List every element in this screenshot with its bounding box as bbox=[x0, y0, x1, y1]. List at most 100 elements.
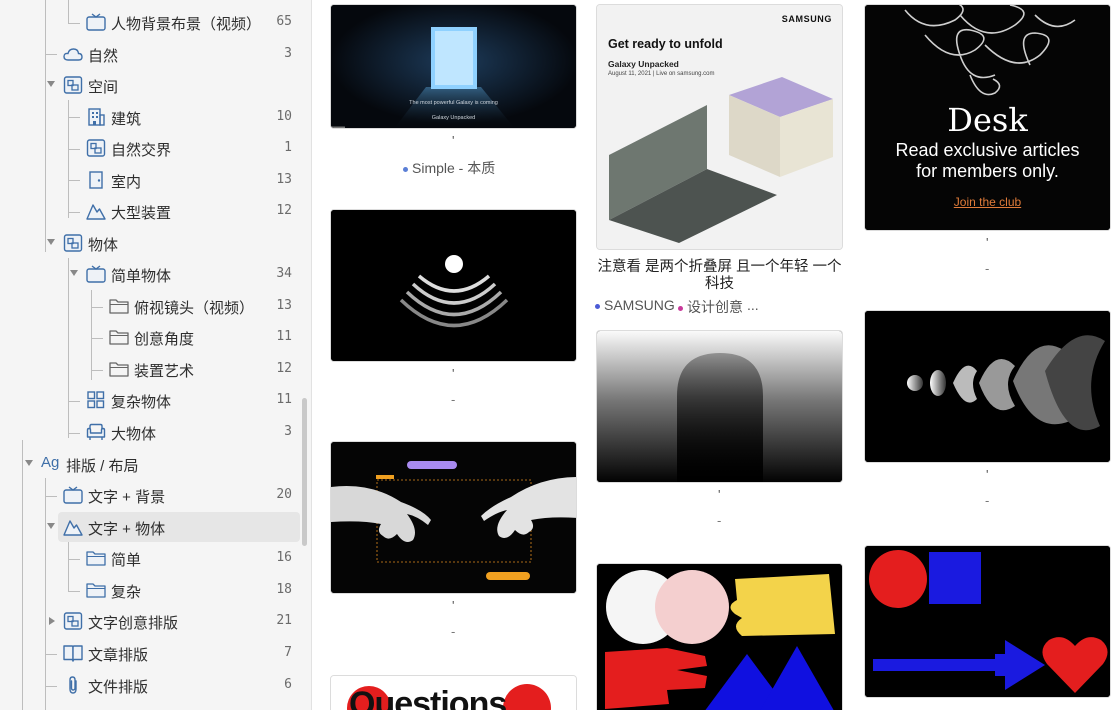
gallery-card-rings[interactable] bbox=[330, 209, 577, 362]
space-icon bbox=[63, 234, 83, 252]
card-caption: - bbox=[451, 392, 456, 407]
tree-item-complex-object[interactable]: 复杂物体 11 bbox=[0, 385, 311, 415]
tree-item-count: 11 bbox=[276, 329, 292, 344]
card-date: August 11, 2021 | Live on samsung.com bbox=[608, 71, 715, 77]
gallery-card-waves[interactable] bbox=[864, 310, 1111, 463]
tree-item-label: 大型装置 bbox=[111, 205, 172, 222]
tree-item-label: 自然 bbox=[88, 48, 119, 65]
tree-item-simple-object[interactable]: 简单物体 34 bbox=[0, 259, 311, 289]
chevron-right-icon[interactable] bbox=[49, 617, 55, 625]
tree-item-label: 文字创意排版 bbox=[88, 615, 179, 632]
chevron-down-icon[interactable] bbox=[25, 460, 33, 466]
card-image bbox=[331, 442, 576, 593]
card-caption: ' bbox=[986, 235, 989, 250]
gallery-card-heart-arrow[interactable] bbox=[864, 545, 1111, 698]
card-caption: ' bbox=[718, 487, 721, 502]
tv-icon bbox=[86, 13, 106, 31]
card-text: The most powerful Galaxy is coming bbox=[409, 100, 498, 106]
desk-logo: Desk bbox=[947, 101, 1028, 139]
more-tags[interactable]: ... bbox=[747, 297, 759, 313]
tree-item-person-bg-video[interactable]: 人物背景布景（视频） 65 bbox=[0, 7, 311, 37]
card-caption: ' bbox=[986, 467, 989, 482]
gallery-card-galaxy[interactable]: The most powerful Galaxy is coming Galax… bbox=[330, 4, 577, 129]
tree-item-label: 自然交界 bbox=[111, 142, 172, 159]
tree-item-indoor[interactable]: 室内 13 bbox=[0, 165, 311, 195]
space-icon bbox=[63, 76, 83, 94]
sofa-icon bbox=[86, 423, 106, 440]
tree-item-simple[interactable]: 简单 16 bbox=[0, 543, 311, 573]
tree-item-count: 11 bbox=[276, 392, 292, 407]
tree-item-count: 1 bbox=[284, 140, 292, 155]
tree-item-label: 创意角度 bbox=[134, 331, 195, 348]
tree-item-label: 排版 / 布局 bbox=[66, 458, 139, 475]
chevron-down-icon[interactable] bbox=[47, 523, 55, 529]
chevron-down-icon[interactable] bbox=[47, 81, 55, 87]
sidebar-scrollbar[interactable] bbox=[302, 398, 307, 546]
tree-item-label: 简单物体 bbox=[111, 268, 172, 285]
tree-item-label: 简单 bbox=[111, 552, 142, 569]
card-image bbox=[865, 546, 1110, 697]
tree-item-label: 空间 bbox=[88, 79, 119, 96]
card-tag[interactable]: 设计创意 bbox=[678, 297, 743, 317]
tree-item-large-installation[interactable]: 大型装置 12 bbox=[0, 196, 311, 226]
card-tag[interactable]: SAMSUNG bbox=[595, 297, 675, 313]
tree-item-count: 20 bbox=[276, 487, 292, 502]
tree-item-count: 34 bbox=[276, 266, 292, 281]
gallery-card-questions[interactable]: Questions bbox=[330, 675, 577, 710]
tree-item-creative-angle[interactable]: 创意角度 11 bbox=[0, 322, 311, 352]
tree-item-file-layout[interactable]: 文件排版 6 bbox=[0, 670, 311, 700]
card-image bbox=[597, 331, 842, 482]
mountain-icon bbox=[63, 520, 83, 536]
card-text: Read exclusive articles bbox=[895, 140, 1080, 160]
tree-item-label: 大物体 bbox=[111, 426, 157, 443]
tree-item-space[interactable]: 空间 bbox=[0, 70, 311, 100]
tree-item-label: 文件排版 bbox=[88, 679, 149, 696]
tree-item-text-creative[interactable]: 文字创意排版 21 bbox=[0, 606, 311, 636]
card-title: 注意看 是两个折叠屏 且一个年轻 一个科技 bbox=[597, 259, 842, 292]
tree-item-label: 装置艺术 bbox=[134, 363, 195, 380]
join-club-link[interactable]: Join the club bbox=[865, 195, 1110, 209]
tree-item-label: 室内 bbox=[111, 174, 142, 191]
cloud-icon bbox=[63, 48, 83, 61]
mountain-icon bbox=[86, 204, 106, 220]
tree-item-count: 18 bbox=[276, 582, 292, 597]
gallery-card-gradient-arch[interactable] bbox=[596, 330, 843, 483]
tree-item-architecture[interactable]: 建筑 10 bbox=[0, 102, 311, 132]
card-caption: ' bbox=[452, 366, 455, 381]
card-caption: - bbox=[985, 493, 990, 508]
tree-item-label: 复杂 bbox=[111, 584, 142, 601]
tree-item-complex[interactable]: 复杂 18 bbox=[0, 575, 311, 605]
folder-icon bbox=[109, 330, 129, 345]
gallery-card-hands[interactable] bbox=[330, 441, 577, 594]
tree-item-article-layout[interactable]: 文章排版 7 bbox=[0, 638, 311, 668]
chevron-down-icon[interactable] bbox=[70, 270, 78, 276]
tree-item-typography-layout[interactable]: Ag 排版 / 布局 bbox=[0, 449, 311, 479]
gallery-card-samsung[interactable]: SAMSUNG Get ready to unfold Galaxy Unpac… bbox=[596, 4, 843, 250]
sidebar: 人物背景布景（视频） 65 自然 3 空间 建筑 10 自然交界 1 室内 13… bbox=[0, 0, 312, 710]
clip-icon bbox=[69, 676, 77, 694]
card-image bbox=[331, 5, 576, 128]
tree-item-count: 65 bbox=[276, 14, 292, 29]
tree-item-topdown-video[interactable]: 俯视镜头（视频） 13 bbox=[0, 291, 311, 321]
card-text: for members only. bbox=[916, 161, 1059, 181]
tree-item-installation-art[interactable]: 装置艺术 12 bbox=[0, 354, 311, 384]
card-caption: ' bbox=[452, 133, 455, 148]
tree-item-text-bg[interactable]: 文字 + 背景 20 bbox=[0, 480, 311, 510]
gallery-card-desk[interactable]: Desk Read exclusive articles for members… bbox=[864, 4, 1111, 231]
tag-dot bbox=[403, 166, 408, 172]
tree-item-big-object[interactable]: 大物体 3 bbox=[0, 417, 311, 447]
building-icon bbox=[88, 108, 105, 126]
space-icon bbox=[86, 139, 106, 157]
folder-icon bbox=[109, 299, 129, 314]
tree-item-nature[interactable]: 自然 3 bbox=[0, 39, 311, 69]
tag-label: 设计创意 bbox=[687, 299, 743, 315]
tree-item-text-object[interactable]: 文字 + 物体 bbox=[0, 512, 311, 542]
tree-item-object[interactable]: 物体 bbox=[0, 228, 311, 258]
gallery-card-shapes[interactable] bbox=[596, 563, 843, 710]
card-text: Galaxy Unpacked bbox=[431, 115, 476, 121]
door-icon bbox=[89, 171, 103, 189]
tree-item-label: 人物背景布景（视频） bbox=[111, 16, 262, 33]
tree-item-nature-boundary[interactable]: 自然交界 1 bbox=[0, 133, 311, 163]
card-tag[interactable]: Simple - 本质 bbox=[403, 158, 495, 178]
chevron-down-icon[interactable] bbox=[47, 239, 55, 245]
